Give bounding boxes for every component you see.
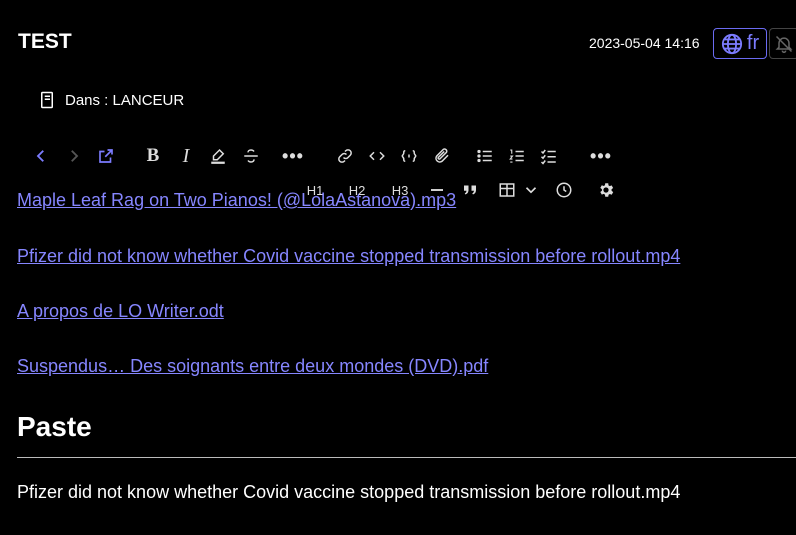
bold-button[interactable]: B: [140, 143, 166, 169]
checklist-icon: [540, 149, 556, 165]
chevron-left-icon: [36, 150, 44, 162]
attachment-link[interactable]: A propos de LO Writer.odt: [17, 301, 224, 322]
language-label: fr: [746, 32, 760, 54]
clock-icon: [556, 182, 572, 198]
bullet-list-icon: [477, 149, 492, 163]
forward-button[interactable]: [61, 143, 87, 169]
section-heading: Paste: [17, 411, 92, 442]
italic-button[interactable]: I: [173, 143, 199, 169]
more-insert-button[interactable]: •••: [588, 143, 614, 169]
paperclip-icon: [435, 148, 449, 163]
external-link-icon: [99, 149, 113, 163]
link-icon: [338, 149, 352, 163]
external-edit-button[interactable]: [93, 143, 119, 169]
code-icon: [369, 151, 385, 161]
insert-time-button[interactable]: [551, 177, 577, 203]
attach-file-button[interactable]: [429, 143, 455, 169]
table-icon: [499, 183, 515, 197]
numbered-list-button[interactable]: [504, 143, 530, 169]
gear-icon: [600, 183, 614, 197]
link-button[interactable]: [332, 143, 358, 169]
strikethrough-button[interactable]: [238, 143, 264, 169]
table-dropdown-button[interactable]: [518, 177, 544, 203]
attachment-link[interactable]: Maple Leaf Rag on Two Pianos! (@LolaAsta…: [17, 190, 456, 211]
notebook-icon: [41, 91, 53, 109]
note-date: 2023-05-04 14:16: [589, 35, 700, 51]
settings-button[interactable]: [593, 177, 619, 203]
bullet-list-button[interactable]: [472, 143, 498, 169]
language-button[interactable]: fr: [713, 28, 767, 59]
note-title[interactable]: TEST: [18, 30, 72, 54]
blockquote-button[interactable]: [457, 177, 483, 203]
more-format-button[interactable]: •••: [280, 143, 306, 169]
back-button[interactable]: [28, 143, 54, 169]
attachment-link[interactable]: Suspendus… Des soignants entre deux mond…: [17, 356, 488, 377]
notebook-indicator[interactable]: Dans : LANCEUR: [38, 90, 184, 110]
attachment-link[interactable]: Pfizer did not know whether Covid vaccin…: [17, 246, 680, 267]
highlighter-icon: [211, 148, 225, 164]
heading-divider: [17, 457, 796, 458]
quote-icon: [464, 185, 476, 195]
table-button[interactable]: [494, 177, 520, 203]
checklist-button[interactable]: [536, 143, 562, 169]
code-block-button[interactable]: [396, 143, 422, 169]
globe-icon: [721, 33, 742, 54]
code-block-icon: [401, 150, 417, 162]
chevron-right-icon: [71, 150, 79, 162]
notebook-label: Dans : LANCEUR: [65, 91, 185, 109]
highlight-button[interactable]: [205, 143, 231, 169]
chevron-down-icon: [525, 187, 537, 194]
strikethrough-icon: [244, 149, 258, 163]
inline-code-button[interactable]: [364, 143, 390, 169]
body-paragraph: Pfizer did not know whether Covid vaccin…: [17, 482, 681, 502]
bell-icon: [775, 35, 793, 53]
numbered-list-icon: [509, 149, 524, 163]
alarm-button[interactable]: [769, 28, 796, 59]
